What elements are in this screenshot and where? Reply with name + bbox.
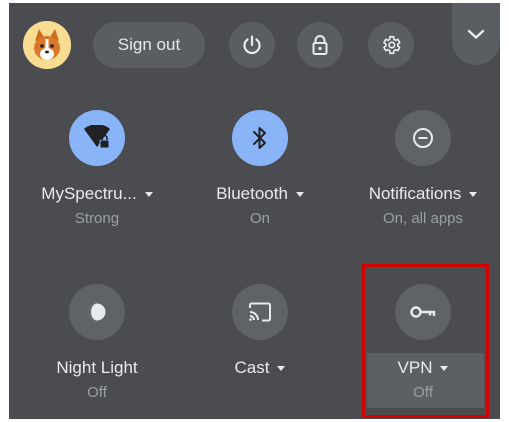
wifi-toggle[interactable] — [69, 110, 125, 166]
bluetooth-toggle[interactable] — [232, 110, 288, 166]
wifi-lock-icon — [84, 125, 110, 149]
night-light-status: Off — [87, 384, 107, 401]
cast-icon — [249, 302, 271, 322]
settings-button[interactable] — [368, 22, 414, 68]
bluetooth-icon — [253, 127, 266, 149]
gear-icon — [383, 35, 401, 55]
vpn-highlight-box — [362, 264, 489, 418]
notifications-tile-button[interactable]: Notifications — [369, 184, 478, 204]
night-light-tile-button[interactable]: Night Light — [56, 358, 137, 378]
collapse-button[interactable] — [452, 3, 500, 65]
bluetooth-tile-button[interactable]: Bluetooth — [216, 184, 304, 204]
tile-bluetooth: Bluetooth On — [185, 110, 335, 230]
tile-cast: Cast — [185, 284, 335, 404]
notifications-label: Notifications — [368, 184, 462, 203]
cast-label: Cast — [234, 358, 270, 377]
tile-wifi: MySpectru... Strong — [22, 110, 172, 230]
tile-night-light: Night Light Off — [22, 284, 172, 404]
power-icon — [243, 35, 261, 55]
do-not-disturb-icon — [413, 128, 433, 148]
chevron-down-icon — [467, 29, 485, 39]
notifications-toggle[interactable] — [395, 110, 451, 166]
night-light-toggle[interactable] — [69, 284, 125, 340]
dropdown-caret-icon — [144, 191, 153, 197]
tile-notifications: Notifications On, all apps — [348, 110, 498, 230]
wifi-network-name: MySpectru... — [41, 184, 137, 203]
bluetooth-status: On — [249, 210, 270, 227]
lock-button[interactable] — [297, 22, 343, 68]
wifi-status: Strong — [74, 210, 120, 227]
corgi-avatar-icon — [23, 21, 71, 69]
lock-icon — [312, 35, 328, 55]
notifications-status: On, all apps — [382, 210, 464, 227]
night-light-icon — [88, 303, 106, 321]
dropdown-caret-icon — [469, 191, 478, 197]
sign-out-button[interactable]: Sign out — [93, 22, 205, 68]
cast-toggle[interactable] — [232, 284, 288, 340]
night-light-label: Night Light — [56, 358, 138, 377]
dropdown-caret-icon — [277, 365, 286, 371]
user-avatar[interactable] — [23, 21, 71, 69]
dropdown-caret-icon — [295, 191, 304, 197]
bluetooth-label: Bluetooth — [216, 184, 288, 203]
shutdown-button[interactable] — [229, 22, 275, 68]
sign-out-label: Sign out — [117, 35, 181, 54]
wifi-tile-button[interactable]: MySpectru... — [41, 184, 153, 204]
cast-tile-button[interactable]: Cast — [235, 358, 286, 378]
